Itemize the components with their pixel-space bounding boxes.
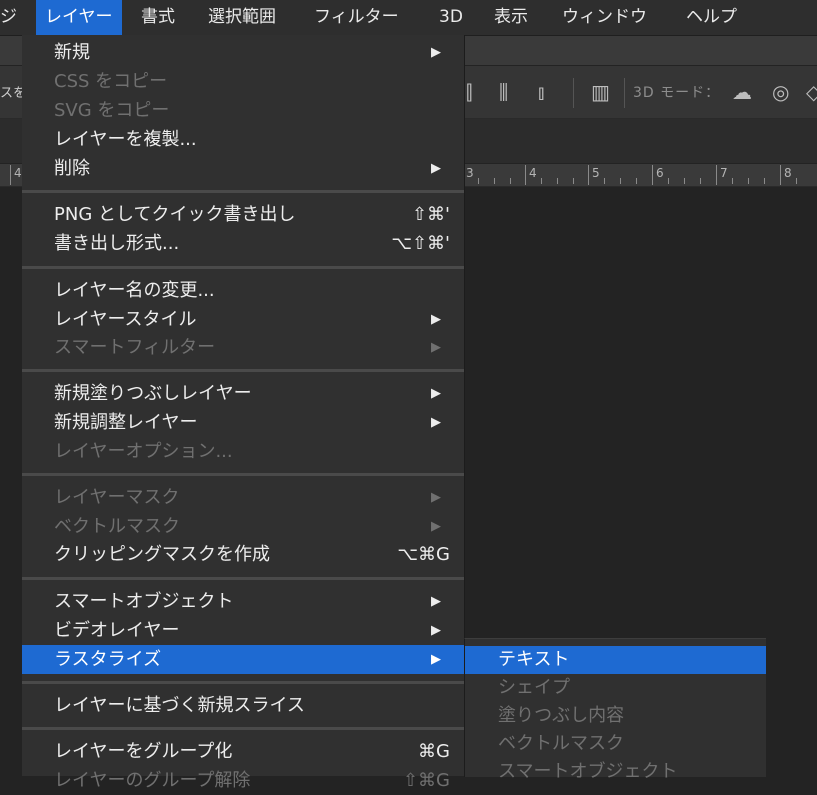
menu-item-export-as[interactable]: 書き出し形式... ⌥⇧⌘' (22, 229, 464, 258)
menu-item-new-slice-from-layer[interactable]: レイヤーに基づく新規スライス (22, 691, 464, 720)
roll-3d-icon[interactable]: ◎ (772, 82, 789, 102)
menu-item-new-fill-layer[interactable]: 新規塗りつぶしレイヤー ▶ (22, 379, 464, 408)
menu-item-new[interactable]: 新規 ▶ (22, 38, 464, 67)
align-horizontal-icon[interactable]: ⫿ (466, 82, 472, 102)
menu-item-vector-mask[interactable]: ベクトルマスク ▶ (22, 512, 464, 541)
shortcut: ⇧⌘' (411, 204, 450, 225)
orbit-3d-icon[interactable]: ☁ (732, 82, 752, 102)
ruler-tick (764, 178, 765, 184)
submenu-item-text[interactable]: テキスト (465, 646, 766, 674)
submenu-arrow-icon: ▶ (431, 652, 441, 667)
submenu-arrow-icon: ▶ (431, 415, 441, 430)
menu-separator (22, 681, 464, 684)
ruler-tick (557, 178, 558, 184)
menu-separator (22, 473, 464, 476)
distribute-right-icon[interactable]: ⫾ (538, 82, 544, 102)
submenu-arrow-icon: ▶ (431, 386, 441, 401)
menu-item-ungroup-layers[interactable]: レイヤーのグループ解除 ⇧⌘G (22, 766, 464, 795)
submenu-item-shape[interactable]: シェイプ (465, 674, 766, 702)
submenu-arrow-icon: ▶ (431, 490, 441, 505)
shortcut: ⇧⌘G (402, 770, 450, 791)
ruler-number: 7 (716, 165, 728, 185)
ruler-tick (604, 178, 605, 184)
menubar-item-help[interactable]: ヘルプ (677, 0, 746, 35)
3d-mode-label: 3D モード： (633, 85, 721, 101)
menu-item-layer-options[interactable]: レイヤーオプション... (22, 437, 464, 466)
submenu-arrow-icon: ▶ (431, 45, 441, 60)
options-divider (624, 78, 625, 108)
rasterize-submenu: テキスト シェイプ 塗りつぶし内容 ベクトルマスク スマートオブジェクト (464, 638, 766, 782)
submenu-item-vector-mask[interactable]: ベクトルマスク (465, 730, 766, 758)
ruler-number: 6 (652, 165, 664, 185)
distribute-centers-icon[interactable]: ⫼ (499, 82, 508, 102)
drag-3d-icon[interactable]: ◇ (806, 82, 817, 102)
ruler-tick (510, 178, 511, 184)
auto-align-icon[interactable]: ▥ (591, 82, 610, 102)
menu-item-delete[interactable]: 削除 ▶ (22, 154, 464, 183)
submenu-item-smart-object[interactable]: スマートオブジェクト (465, 758, 766, 786)
menu-separator (22, 266, 464, 269)
shortcut: ⌥⌘G (397, 544, 450, 565)
menu-item-layer-style[interactable]: レイヤースタイル ▶ (22, 305, 464, 334)
ruler-tick (636, 178, 637, 184)
submenu-arrow-icon: ▶ (431, 312, 441, 327)
ruler-tick (700, 178, 701, 184)
submenu-arrow-icon: ▶ (431, 594, 441, 609)
ruler-tick (668, 178, 669, 184)
menubar-item-window[interactable]: ウィンドウ (553, 0, 656, 35)
menu-item-rasterize[interactable]: ラスタライズ ▶ (22, 645, 464, 674)
menubar-item-3d[interactable]: 3D (430, 0, 472, 35)
ruler-tick (748, 178, 749, 184)
submenu-arrow-icon: ▶ (431, 161, 441, 176)
layer-menu: 新規 ▶ CSS をコピー SVG をコピー レイヤーを複製... 削除 ▶ P… (22, 35, 465, 791)
ruler-number: 4 (10, 165, 22, 185)
menu-item-video-layer[interactable]: ビデオレイヤー ▶ (22, 616, 464, 645)
ruler-tick (732, 178, 733, 184)
ruler-number: 5 (588, 165, 600, 185)
menu-separator (22, 369, 464, 372)
menubar-item-image[interactable]: ジ (0, 0, 26, 35)
menu-item-duplicate-layer[interactable]: レイヤーを複製... (22, 125, 464, 154)
menubar-item-select[interactable]: 選択範囲 (199, 0, 285, 35)
menu-item-smart-filter[interactable]: スマートフィルター ▶ (22, 333, 464, 362)
ruler-number: 8 (780, 165, 792, 185)
menubar-item-view[interactable]: 表示 (485, 0, 537, 35)
menu-separator (22, 577, 464, 580)
ruler-number: 4 (525, 165, 537, 185)
menu-item-smart-object[interactable]: スマートオブジェクト ▶ (22, 587, 464, 616)
shortcut: ⌥⇧⌘' (391, 233, 450, 254)
menu-item-rename-layer[interactable]: レイヤー名の変更... (22, 276, 464, 305)
options-divider (573, 78, 574, 108)
submenu-item-fill-content[interactable]: 塗りつぶし内容 (465, 702, 766, 730)
menu-item-copy-css[interactable]: CSS をコピー (22, 67, 464, 96)
submenu-arrow-icon: ▶ (431, 519, 441, 534)
menu-bar: ジ レイヤー 書式 選択範囲 フィルター 3D 表示 ウィンドウ ヘルプ (0, 0, 817, 36)
menu-item-group-layers[interactable]: レイヤーをグループ化 ⌘G (22, 737, 464, 766)
menu-separator (22, 727, 464, 730)
menu-separator (22, 190, 464, 193)
menu-item-create-clipping-mask[interactable]: クリッピングマスクを作成 ⌥⌘G (22, 540, 464, 569)
shortcut: ⌘G (418, 741, 450, 762)
submenu-arrow-icon: ▶ (431, 340, 441, 355)
menubar-item-layer[interactable]: レイヤー (36, 0, 122, 35)
ruler-tick (478, 178, 479, 184)
ruler-tick (573, 178, 574, 184)
ruler-tick (620, 178, 621, 184)
menubar-item-type[interactable]: 書式 (132, 0, 184, 35)
ruler-tick (494, 178, 495, 184)
menu-item-quick-export-png[interactable]: PNG としてクイック書き出し ⇧⌘' (22, 200, 464, 229)
menu-item-layer-mask[interactable]: レイヤーマスク ▶ (22, 483, 464, 512)
ruler-tick (541, 178, 542, 184)
menu-item-new-adjustment-layer[interactable]: 新規調整レイヤー ▶ (22, 408, 464, 437)
ruler-tick (684, 178, 685, 184)
submenu-arrow-icon: ▶ (431, 623, 441, 638)
menubar-item-filter[interactable]: フィルター (305, 0, 408, 35)
ruler-tick (796, 178, 797, 184)
menu-item-copy-svg[interactable]: SVG をコピー (22, 96, 464, 125)
